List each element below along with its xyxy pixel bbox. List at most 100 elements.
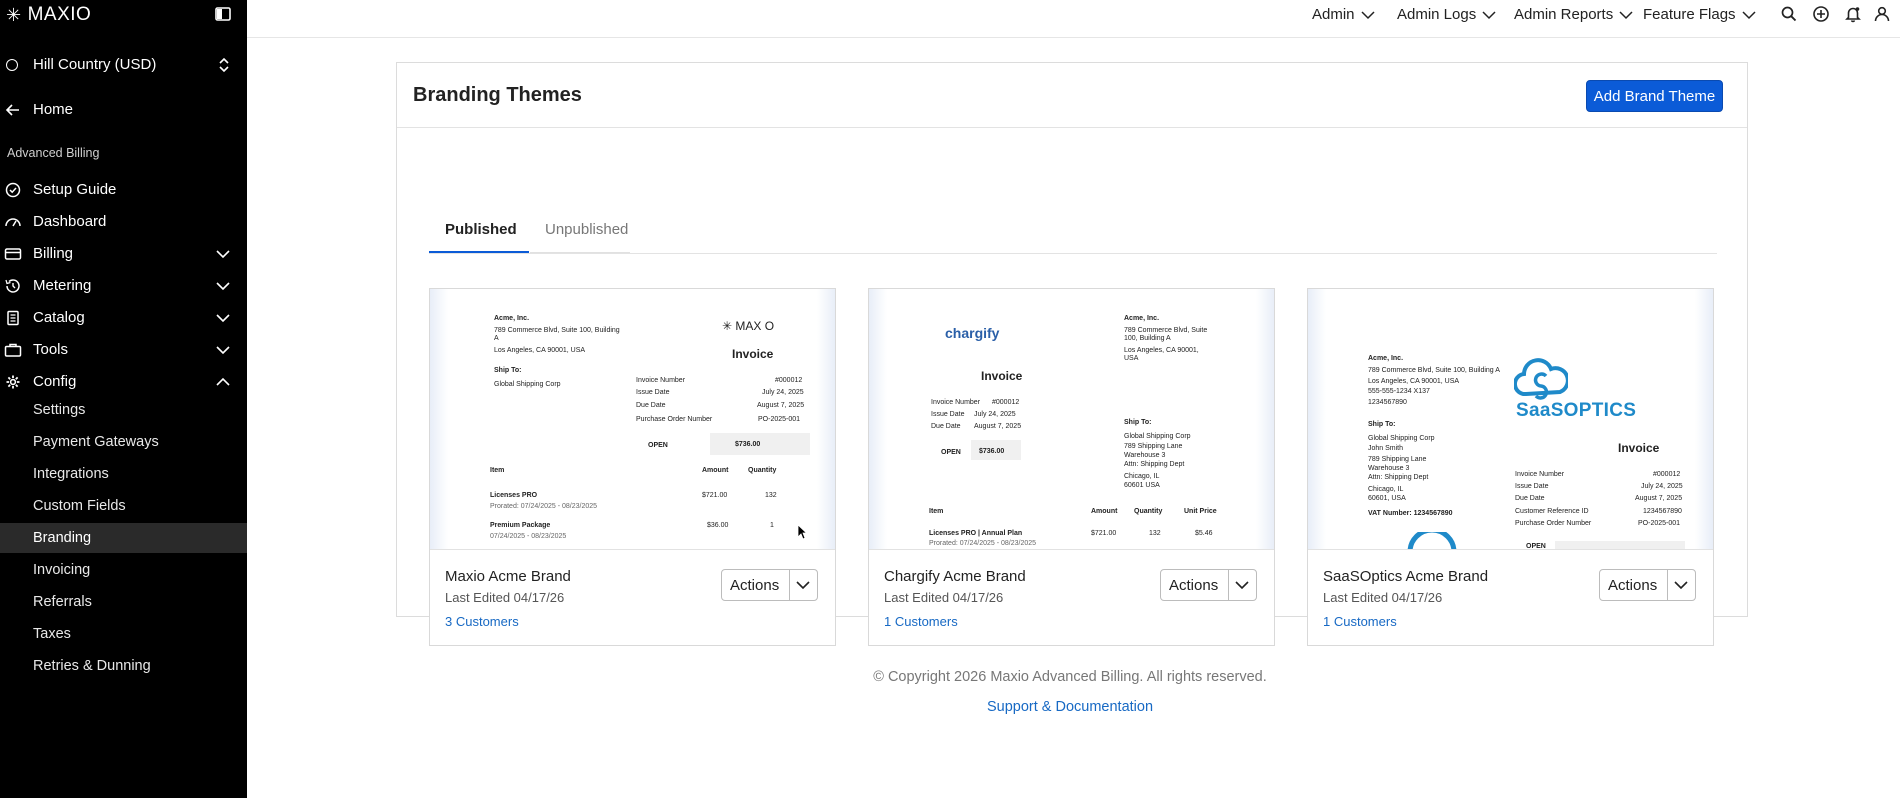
preview-logo: chargify [945,325,1000,341]
sidebar-subitem-label: Retries & Dunning [33,658,151,674]
top-menu-label: Admin Reports [1514,6,1614,23]
gauge-icon [5,218,21,227]
sidebar-subitem-taxes[interactable]: Taxes [0,619,247,649]
sidebar-item-billing[interactable]: Billing [0,241,247,267]
maxio-logo[interactable]: ✳ MAXIO [6,4,91,26]
actions-dropdown-button[interactable]: Actions [1599,569,1696,601]
history-icon [5,279,20,293]
preview-invoice-title: Invoice [732,347,774,361]
actions-divider [789,570,790,600]
book-icon [7,310,19,326]
sidebar-subitem-payment-gateways[interactable]: Payment Gateways [0,427,247,457]
invoice-preview[interactable]: chargify Acme, Inc. 789 Commerce Blvd, S… [869,289,1274,550]
site-selector[interactable]: Hill Country (USD) [0,52,247,78]
theme-card-maxio[interactable]: Acme, Inc. 789 Commerce Blvd, Suite 100,… [429,288,836,646]
theme-last-edited: Last Edited 04/17/26 [445,590,565,605]
theme-customers-link[interactable]: 3 Customers [445,614,519,629]
add-circle-icon[interactable] [1812,5,1830,23]
sidebar-subitem-branding[interactable]: Branding [0,523,247,553]
sidebar-item-label: Home [33,101,74,118]
theme-card-saasoptics[interactable]: Acme, Inc. 789 Commerce Blvd, Suite 100,… [1307,288,1714,646]
chevron-down-icon [216,282,230,291]
theme-last-edited: Last Edited 04/17/26 [1323,590,1443,605]
support-documentation-link[interactable]: Support & Documentation [960,699,1180,715]
preview-text: Los Angeles, CA 90001, [1124,347,1199,354]
credit-card-icon [4,248,22,260]
chevron-updown-icon [219,57,229,73]
preview-text: Prorated: 07/24/2025 - 08/23/2025 [490,503,598,510]
preview-text: OPEN [1526,543,1546,550]
chevron-down-icon[interactable] [796,580,810,590]
sidebar-subitem-integrations[interactable]: Integrations [0,459,247,489]
sidebar-item-setup-guide[interactable]: Setup Guide [0,177,247,203]
actions-dropdown-button[interactable]: Actions [1160,569,1257,601]
sidebar-subitem-referrals[interactable]: Referrals [0,587,247,617]
chevron-down-icon [1742,10,1756,19]
preview-text: #000012 [1653,471,1681,478]
preview-text: VAT Number: 1234567890 [1368,510,1453,517]
sidebar: ✳ MAXIO Hill Country (USD) Home Advanced… [0,0,247,798]
sidebar-item-catalog[interactable]: Catalog [0,305,247,331]
user-icon[interactable] [1873,5,1891,23]
sidebar-item-label: Config [33,373,77,390]
tabs-divider [429,253,1717,254]
preview-text: Los Angeles, CA 90001, USA [1368,378,1460,385]
sidebar-item-metering[interactable]: Metering [0,273,247,299]
top-bar: Admin Admin Logs Admin Reports Feature F… [247,0,1900,38]
sidebar-subitem-invoicing[interactable]: Invoicing [0,555,247,585]
actions-dropdown-button[interactable]: Actions [721,569,818,601]
preview-text: Issue Date [1515,483,1549,490]
sidebar-subitem-settings[interactable]: Settings [0,395,247,425]
sidebar-subitem-label: Settings [33,402,86,418]
actions-divider [1228,570,1229,600]
chevron-down-icon[interactable] [1674,580,1688,590]
top-menu-admin[interactable]: Admin [1312,6,1375,23]
invoice-preview[interactable]: Acme, Inc. 789 Commerce Blvd, Suite 100,… [430,289,835,550]
preview-text: August 7, 2025 [1635,495,1683,502]
preview-text: Quantity [748,467,777,474]
preview-text: Issue Date [636,389,670,396]
preview-text: $36.00 [707,522,729,529]
preview-text: 789 Commerce Blvd, Suite 100, Building [494,327,620,334]
sidebar-item-config[interactable]: Config [0,369,247,395]
preview-text: 07/24/2025 - 08/23/2025 [490,533,567,540]
search-icon[interactable] [1780,5,1798,23]
sidebar-toggle-icon[interactable] [214,5,232,23]
sidebar-subitem-custom-fields[interactable]: Custom Fields [0,491,247,521]
preview-text: Amount [1091,508,1118,515]
theme-customers-link[interactable]: 1 Customers [1323,614,1397,629]
preview-text: Item [929,508,944,515]
top-menu-admin-logs[interactable]: Admin Logs [1397,6,1496,23]
invoice-preview[interactable]: Acme, Inc. 789 Commerce Blvd, Suite 100,… [1308,289,1713,550]
top-menu-admin-reports[interactable]: Admin Reports [1514,6,1633,23]
sidebar-item-tools[interactable]: Tools [0,337,247,363]
preview-text: August 7, 2025 [974,423,1022,430]
preview-text: $721.00 [702,492,728,499]
preview-text: 1234567890 [1368,399,1407,406]
preview-text: Warehouse 3 [1368,465,1410,472]
actions-label: Actions [730,577,780,594]
chevron-down-icon [1619,10,1633,19]
preview-text: Acme, Inc. [1124,315,1160,322]
actions-divider [1667,570,1668,600]
sidebar-subitem-retries-dunning[interactable]: Retries & Dunning [0,651,247,681]
preview-text: Los Angeles, CA 90001, USA [494,347,586,354]
preview-text: Premium Package [490,522,551,529]
sidebar-item-home[interactable]: Home [0,98,247,122]
preview-text: Due Date [931,423,961,430]
chevron-down-icon[interactable] [1235,580,1249,590]
theme-customers-link[interactable]: 1 Customers [884,614,958,629]
tab-unpublished[interactable]: Unpublished [545,221,628,238]
theme-card-chargify[interactable]: chargify Acme, Inc. 789 Commerce Blvd, S… [868,288,1275,646]
add-brand-theme-button[interactable]: Add Brand Theme [1586,80,1723,112]
maxio-wordmark: MAXIO [27,4,92,25]
sidebar-item-label: Tools [33,341,69,358]
tab-published[interactable]: Published [445,221,517,238]
preview-text: Invoice Number [1515,471,1565,478]
preview-text: 1234567890 [1643,508,1682,515]
sidebar-item-dashboard[interactable]: Dashboard [0,209,247,235]
preview-text: Licenses PRO | Annual Plan [929,530,1023,537]
preview-logo: ✳ MAX O [722,319,775,333]
top-menu-feature-flags[interactable]: Feature Flags [1643,6,1756,23]
bell-icon[interactable] [1844,5,1862,23]
